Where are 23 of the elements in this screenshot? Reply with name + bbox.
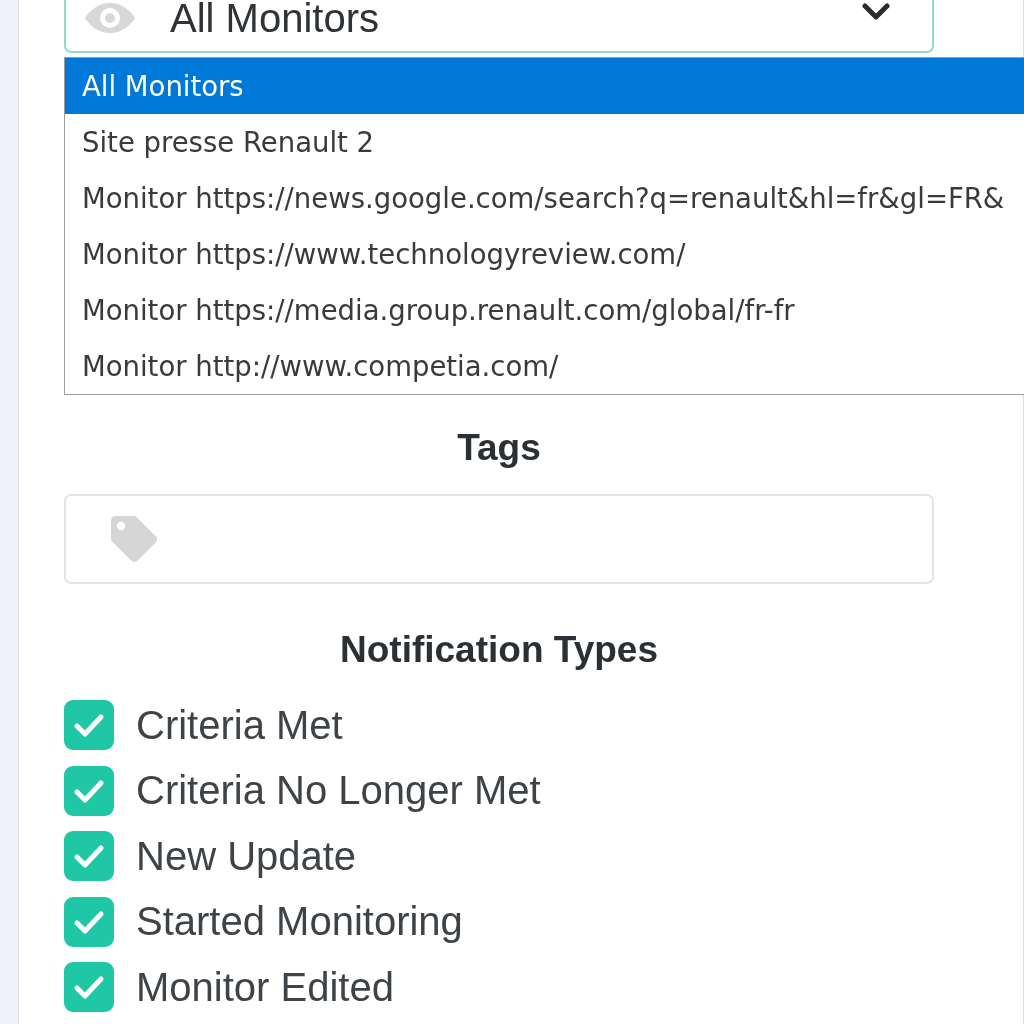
checkbox-label: Started Monitoring — [136, 899, 463, 944]
section-heading: Notification Types — [339, 628, 659, 672]
dropdown-option[interactable]: Monitor http://www.competia.com/ — [65, 338, 1024, 394]
section-heading: Tags — [456, 426, 542, 470]
chevron-down-icon — [862, 3, 890, 21]
checkbox-label: Criteria No Longer Met — [136, 768, 541, 813]
tags-field[interactable] — [64, 494, 934, 584]
dropdown-option[interactable]: Site presse Renault 2 — [65, 114, 1024, 170]
dropdown-option[interactable]: Monitor https://news.google.com/search?q=renault&hl=fr&gl=FR& — [65, 170, 1024, 226]
checkbox-label: New Update — [136, 833, 357, 879]
checkbox[interactable] — [64, 765, 114, 816]
checkbox[interactable] — [64, 896, 114, 947]
monitor-select[interactable]: All Monitors — [64, 0, 934, 53]
checkbox[interactable] — [64, 700, 114, 750]
checkbox[interactable] — [64, 962, 114, 1012]
checkbox-label: Monitor Edited — [136, 964, 394, 1010]
tag-icon — [111, 516, 157, 562]
checkbox-label: Criteria Met — [136, 702, 343, 748]
eye-icon — [84, 2, 136, 34]
dropdown-option[interactable]: Monitor https://www.technologyreview.com/ — [65, 226, 1024, 282]
dropdown-option[interactable]: All Monitors — [65, 58, 1024, 114]
checkbox[interactable] — [64, 831, 114, 881]
dropdown-option[interactable]: Monitor https://media.group.renault.com/global/fr-fr — [65, 282, 1024, 338]
